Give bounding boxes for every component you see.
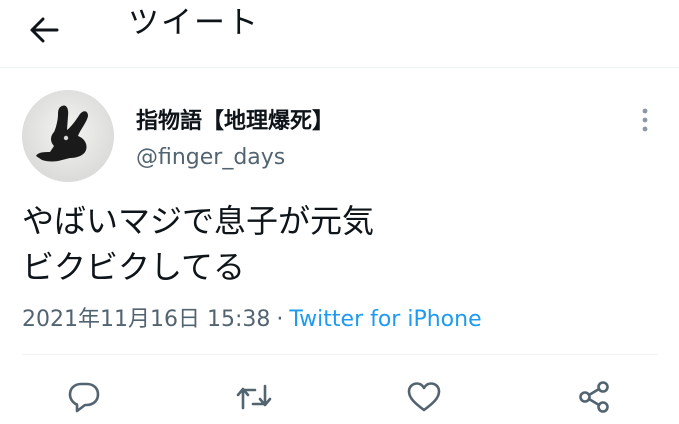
share-icon (579, 381, 609, 413)
avatar[interactable] (22, 90, 114, 182)
arrow-left-icon (30, 17, 59, 43)
page-title: ツイート (128, 5, 260, 41)
more-options-button[interactable] (630, 100, 660, 140)
tweet-detail-page: ツイート 指物語【地理爆死】 @finger_days やばいマジで息子が元気 … (0, 0, 679, 424)
share-button[interactable] (572, 375, 616, 419)
like-button[interactable] (402, 375, 446, 419)
display-name[interactable]: 指物語【地理爆死】 (136, 103, 334, 135)
retweet-button[interactable] (232, 375, 276, 419)
divider (22, 354, 658, 355)
tweet-text: やばいマジで息子が元気 ビクビクしてる (22, 198, 642, 290)
meta-separator: · (276, 307, 284, 332)
back-button[interactable] (22, 8, 66, 52)
more-vertical-icon (642, 108, 648, 132)
username[interactable]: @finger_days (136, 145, 285, 170)
heart-icon (407, 382, 441, 412)
reply-icon (68, 382, 100, 413)
top-bar: ツイート (0, 0, 679, 68)
retweet-icon (236, 384, 272, 410)
tweet-meta: 2021年11月16日 15:38 · Twitter for iPhone (22, 305, 482, 335)
tweet-line: ビクビクしてる (22, 248, 246, 286)
timestamp[interactable]: 2021年11月16日 15:38 (22, 307, 270, 332)
reply-button[interactable] (62, 375, 106, 419)
source-link[interactable]: Twitter for iPhone (289, 307, 481, 332)
rabbit-shadow-avatar (22, 90, 114, 182)
tweet-line: やばいマジで息子が元気 (22, 202, 375, 240)
